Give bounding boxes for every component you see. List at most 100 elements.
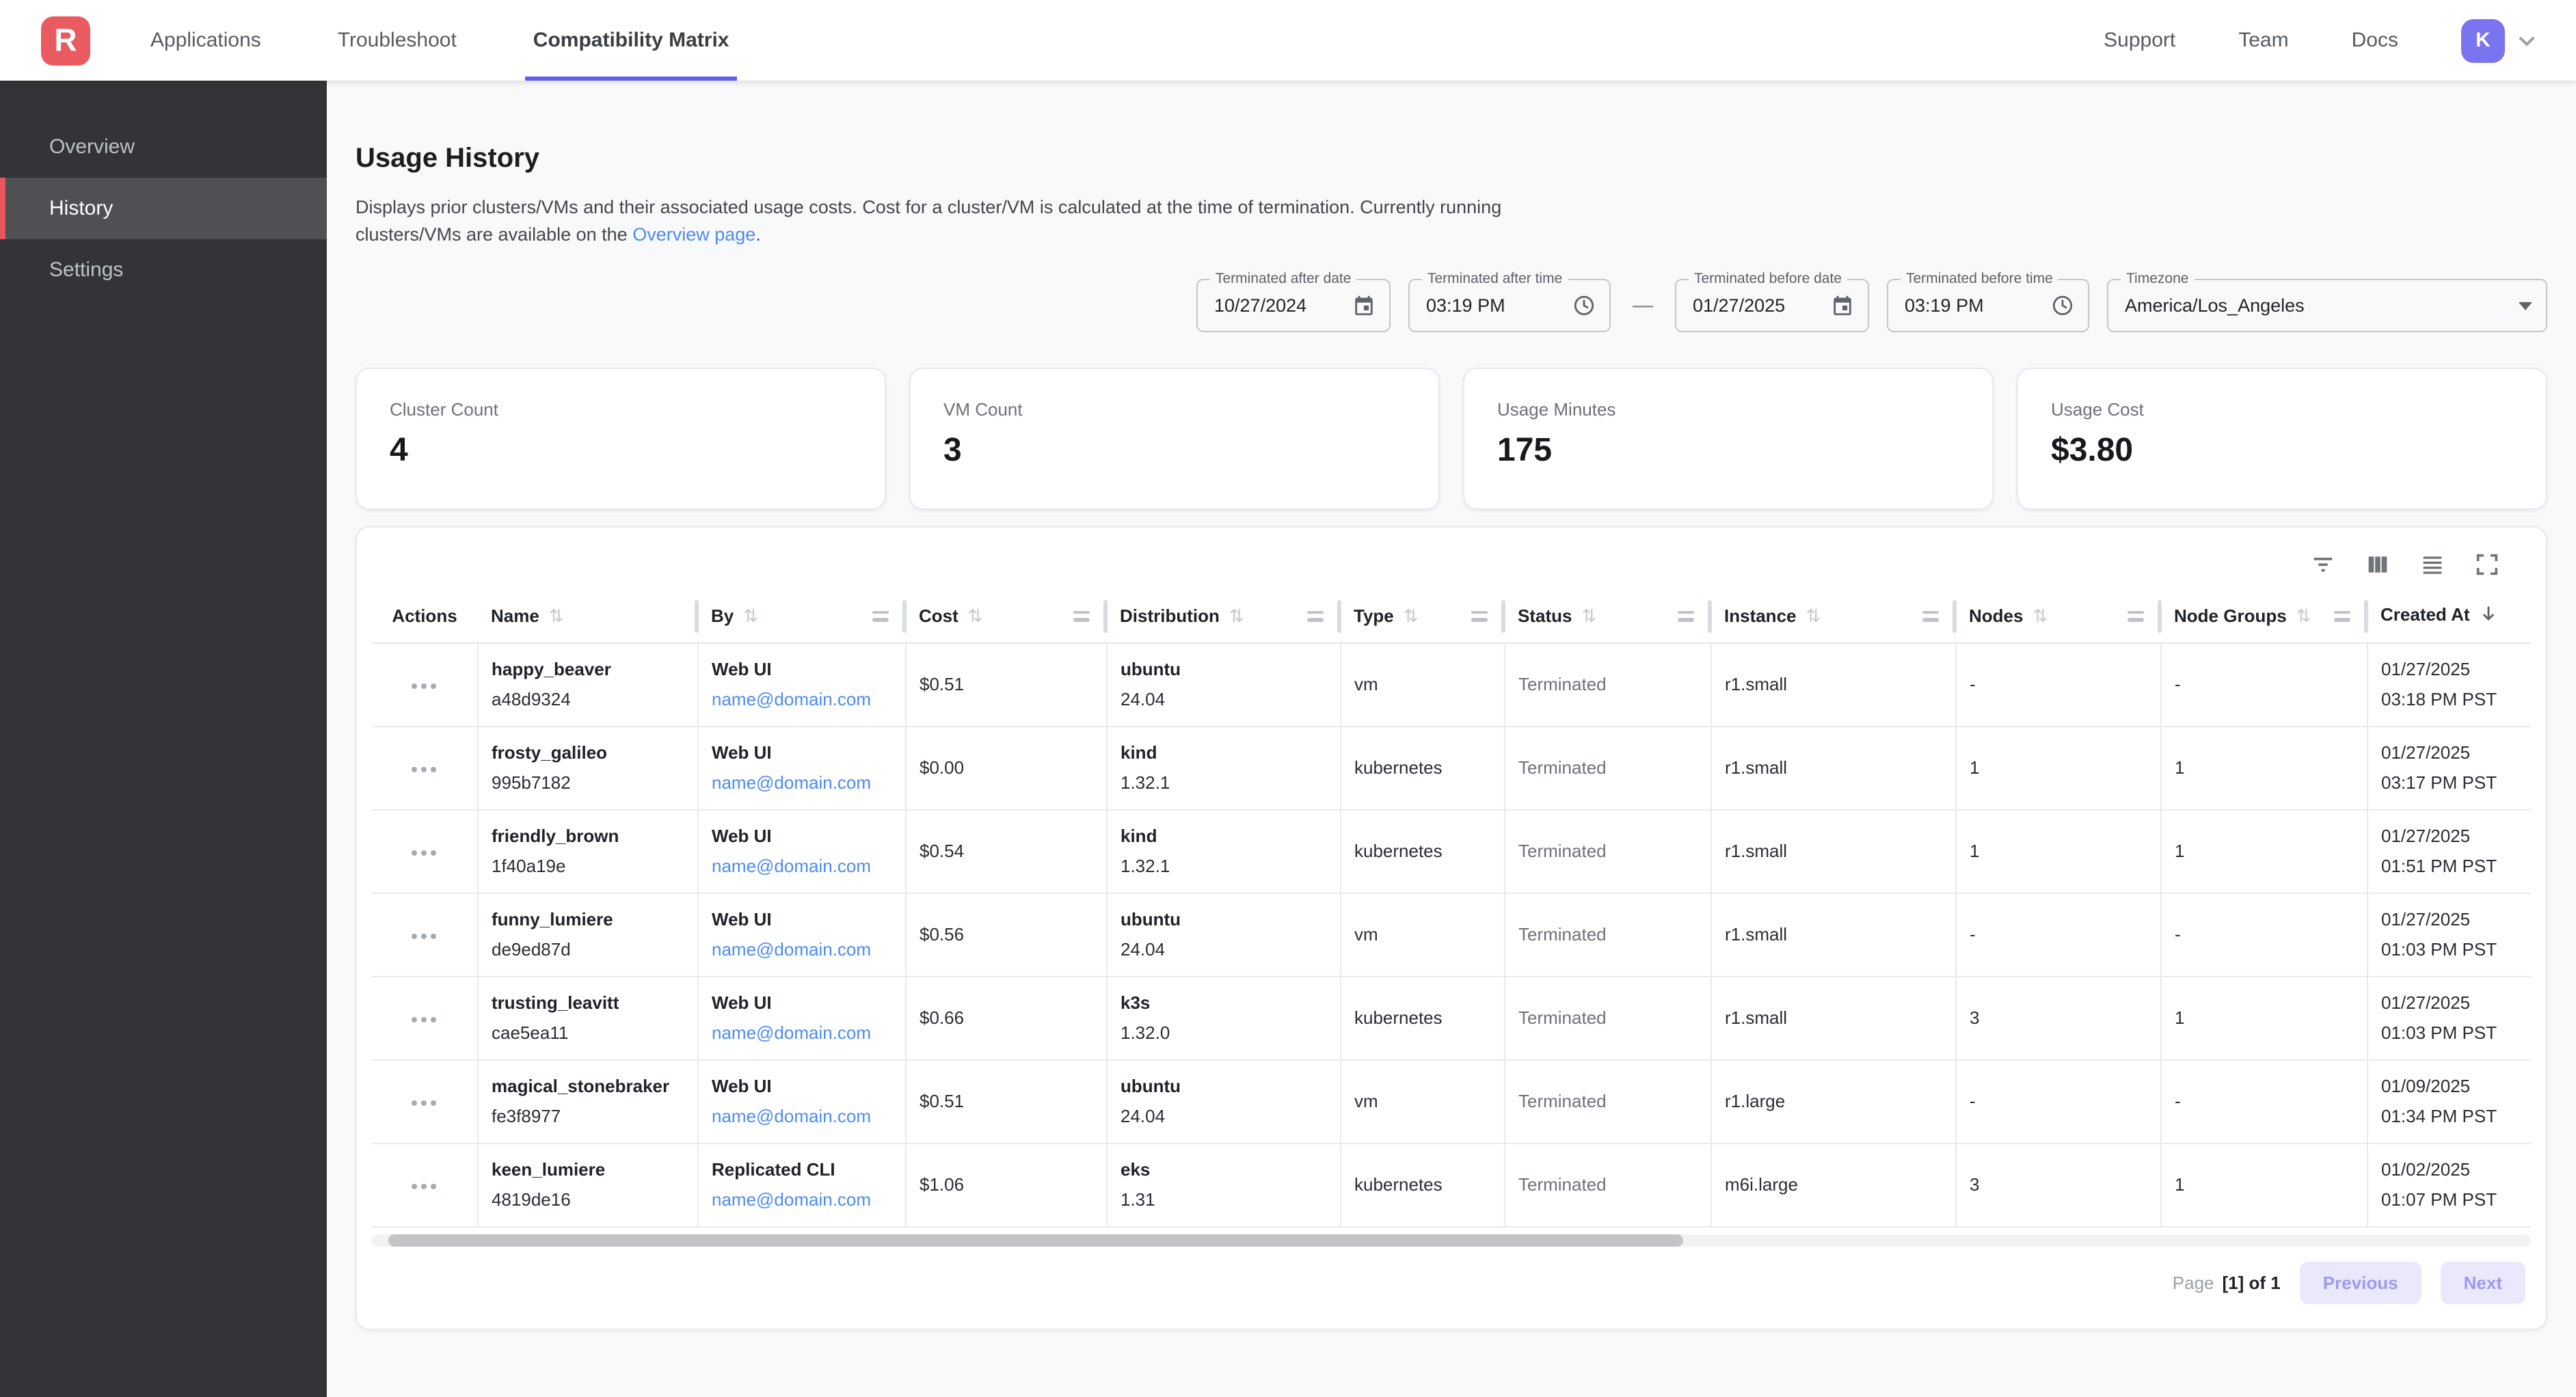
column-header-cost[interactable]: Cost⇅: [905, 591, 1106, 642]
overview-page-link[interactable]: Overview page: [632, 224, 755, 245]
column-header-node-groups[interactable]: Node Groups⇅: [2160, 591, 2367, 642]
nav-link-docs[interactable]: Docs: [2352, 29, 2398, 52]
stat-card-usage-minutes: Usage Minutes 175: [1463, 368, 1994, 510]
user-menu[interactable]: K: [2461, 18, 2538, 62]
previous-page-button[interactable]: Previous: [2300, 1262, 2421, 1304]
density-icon[interactable]: [2419, 551, 2446, 578]
email-link[interactable]: name@domain.com: [712, 1022, 891, 1043]
sidebar-item-settings[interactable]: Settings: [0, 239, 327, 301]
show-columns-icon[interactable]: [2364, 551, 2391, 578]
row-actions-button[interactable]: [407, 925, 442, 947]
email-link[interactable]: name@domain.com: [712, 772, 891, 793]
status-badge: Terminated: [1518, 841, 1607, 861]
app-logo[interactable]: R: [41, 16, 90, 65]
terminated-after-time-field[interactable]: Terminated after time 03:19 PM: [1408, 279, 1611, 332]
avatar[interactable]: K: [2461, 18, 2505, 62]
cluster-name: keen_lumiere: [492, 1159, 683, 1180]
filters-row: Terminated after date 10/27/2024 Termina…: [355, 279, 2547, 332]
terminated-before-date-field[interactable]: Terminated before date 01/27/2025: [1675, 279, 1869, 332]
row-actions-button[interactable]: [407, 841, 442, 863]
sort-icon[interactable]: ⇅: [1229, 606, 1244, 626]
version: 24.04: [1121, 939, 1326, 960]
sidebar-item-history[interactable]: History: [0, 178, 327, 239]
email-link[interactable]: name@domain.com: [712, 1106, 891, 1126]
drag-handle-icon[interactable]: [872, 611, 889, 622]
email-link[interactable]: name@domain.com: [712, 1189, 891, 1210]
dropdown-caret-icon[interactable]: [2519, 301, 2532, 310]
sort-icon[interactable]: ⇅: [2032, 606, 2048, 626]
calendar-icon[interactable]: [1831, 294, 1854, 317]
column-header-status[interactable]: Status⇅: [1504, 591, 1710, 642]
type: vm: [1354, 1091, 1378, 1111]
column-header-nodes[interactable]: Nodes⇅: [1955, 591, 2160, 642]
column-header-type[interactable]: Type⇅: [1340, 591, 1504, 642]
drag-handle-icon[interactable]: [2128, 611, 2144, 622]
row-actions-button[interactable]: [407, 1091, 442, 1113]
stat-value: 175: [1497, 432, 1959, 470]
sort-icon[interactable]: ⇅: [1806, 606, 1821, 626]
table-row: keen_lumiere4819de16 Replicated CLIname@…: [372, 1143, 2531, 1226]
terminated-before-time-field[interactable]: Terminated before time 03:19 PM: [1887, 279, 2089, 332]
fullscreen-icon[interactable]: [2473, 551, 2501, 578]
sidebar-item-overview[interactable]: Overview: [0, 116, 327, 178]
nav-tab-compatibility-matrix[interactable]: Compatibility Matrix: [533, 0, 729, 81]
timezone-select[interactable]: Timezone America/Los_Angeles: [2107, 279, 2547, 332]
table-header-row: Actions Name⇅ By⇅ Cost⇅ Distribution⇅ Ty…: [372, 591, 2531, 642]
table-row: happy_beavera48d9324 Web UIname@domain.c…: [372, 642, 2531, 726]
sort-icon[interactable]: ⇅: [549, 606, 564, 626]
distribution: k3s: [1121, 992, 1326, 1013]
nodes: 3: [1970, 1007, 1979, 1028]
row-actions-button[interactable]: [407, 675, 442, 696]
sort-icon[interactable]: ⇅: [2296, 606, 2311, 626]
nav-tab-troubleshoot[interactable]: Troubleshoot: [338, 0, 457, 81]
sort-icon[interactable]: ⇅: [1581, 606, 1596, 626]
node-groups: -: [2175, 674, 2181, 694]
created-by: Web UI: [712, 742, 891, 763]
created-by: Web UI: [712, 1076, 891, 1096]
drag-handle-icon[interactable]: [1678, 611, 1694, 622]
sort-icon[interactable]: ⇅: [968, 606, 983, 626]
column-header-created-at[interactable]: Created At: [2367, 591, 2531, 642]
clock-icon[interactable]: [1572, 294, 1596, 317]
type: kubernetes: [1354, 1174, 1443, 1195]
next-page-button[interactable]: Next: [2441, 1262, 2525, 1304]
sort-icon[interactable]: ⇅: [743, 606, 758, 626]
nav-tab-applications[interactable]: Applications: [150, 0, 261, 81]
table-row: trusting_leavittcae5ea11 Web UIname@doma…: [372, 976, 2531, 1059]
drag-handle-icon[interactable]: [1471, 611, 1488, 622]
email-link[interactable]: name@domain.com: [712, 689, 891, 709]
horizontal-scrollbar-thumb[interactable]: [388, 1234, 1684, 1246]
sort-desc-icon[interactable]: [2480, 608, 2499, 628]
type: vm: [1354, 674, 1378, 694]
terminated-after-date-field[interactable]: Terminated after date 10/27/2024: [1196, 279, 1391, 332]
column-header-by[interactable]: By⇅: [697, 591, 905, 642]
created-date: 01/27/2025: [2381, 659, 2531, 679]
row-actions-button[interactable]: [407, 758, 442, 780]
email-link[interactable]: name@domain.com: [712, 856, 891, 876]
drag-handle-icon[interactable]: [1307, 611, 1324, 622]
created-date: 01/27/2025: [2381, 909, 2531, 930]
column-header-instance[interactable]: Instance⇅: [1710, 591, 1955, 642]
sort-icon[interactable]: ⇅: [1404, 606, 1419, 626]
nav-link-support[interactable]: Support: [2104, 29, 2175, 52]
cluster-name: magical_stonebraker: [492, 1076, 683, 1096]
stat-value: 3: [943, 432, 1406, 470]
column-header-distribution[interactable]: Distribution⇅: [1106, 591, 1340, 642]
calendar-icon[interactable]: [1352, 294, 1376, 317]
row-actions-button[interactable]: [407, 1008, 442, 1030]
distribution: ubuntu: [1121, 659, 1326, 679]
column-header-name[interactable]: Name⇅: [477, 591, 697, 642]
row-actions-button[interactable]: [407, 1175, 442, 1197]
filter-icon[interactable]: [2309, 551, 2337, 578]
chevron-down-icon[interactable]: [2516, 29, 2538, 51]
drag-handle-icon[interactable]: [2334, 611, 2350, 622]
range-separator: —: [1633, 294, 1653, 317]
drag-handle-icon[interactable]: [1922, 611, 1939, 622]
table-scroll-area: Actions Name⇅ By⇅ Cost⇅ Distribution⇅ Ty…: [372, 591, 2531, 1227]
stat-label: VM Count: [943, 399, 1406, 420]
nav-link-team[interactable]: Team: [2238, 29, 2288, 52]
drag-handle-icon[interactable]: [1073, 611, 1090, 622]
email-link[interactable]: name@domain.com: [712, 939, 891, 960]
clock-icon[interactable]: [2051, 294, 2074, 317]
distribution: ubuntu: [1121, 909, 1326, 930]
